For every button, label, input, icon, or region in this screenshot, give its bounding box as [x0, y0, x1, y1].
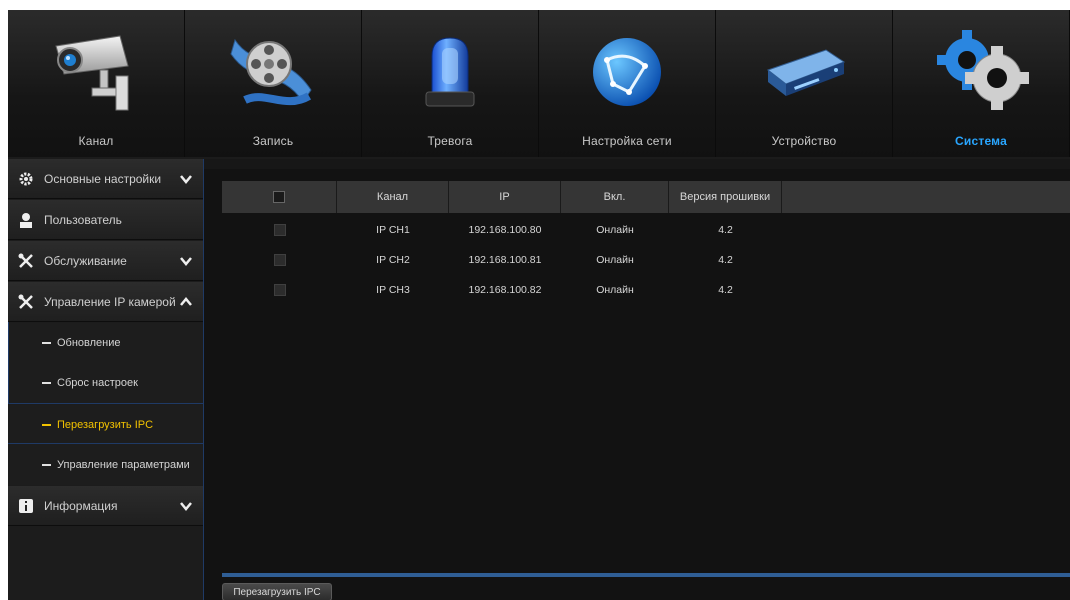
row-select-cell	[222, 275, 337, 305]
tab-alarm[interactable]: Тревога	[362, 10, 539, 157]
chevron-down-icon	[180, 256, 192, 266]
cell-firmware: 4.2	[718, 284, 733, 296]
chevron-up-icon	[180, 296, 192, 307]
tab-label: Система	[955, 134, 1007, 148]
dash-icon	[42, 424, 51, 426]
main-content: Канал IP Вкл. Версия прошивки IP CH1 192…	[204, 159, 1070, 600]
sidebar-item-information[interactable]: Информация	[8, 486, 204, 526]
sidebar-subitem-parameter-management[interactable]: Управление параметрами	[8, 445, 204, 485]
header-cell: Вкл.	[561, 181, 669, 213]
sidebar-item-maintenance[interactable]: Обслуживание	[8, 241, 204, 281]
tab-label: Устройство	[771, 134, 837, 148]
row-select-cell	[222, 215, 337, 245]
tab-record[interactable]: Запись	[185, 10, 362, 157]
tab-label: Канал	[78, 134, 114, 148]
sidebar-subitem-reboot-ipc[interactable]: Перезагрузить IPC	[8, 405, 204, 445]
info-icon	[18, 498, 34, 514]
select-all-checkbox[interactable]	[273, 191, 285, 203]
user-icon	[18, 212, 34, 228]
nvr-system-screen: Канал Запись Тревога Настройка сети Устр…	[8, 10, 1070, 600]
gear-icon	[18, 171, 34, 187]
sidebar-subitem-label: Обновление	[57, 337, 121, 349]
sidebar-item-label: Обслуживание	[44, 253, 127, 268]
table-footer-bar	[222, 573, 1070, 577]
content-header-strip	[204, 159, 1070, 169]
row-select-cell	[222, 245, 337, 275]
cell-ip: 192.168.100.80	[468, 224, 542, 236]
cell-channel: IP CH1	[376, 224, 410, 236]
tab-label: Тревога	[427, 134, 473, 148]
table-header: Канал IP Вкл. Версия прошивки	[222, 181, 1070, 213]
header-cell: Канал	[337, 181, 449, 213]
row-checkbox[interactable]	[273, 224, 286, 236]
hard-drive-icon	[756, 30, 852, 116]
row-checkbox[interactable]	[273, 254, 286, 266]
sidebar-subitem-reset[interactable]: Сброс настроек	[8, 363, 204, 403]
header-cell-select	[222, 181, 337, 213]
sidebar-item-user[interactable]: Пользователь	[8, 200, 204, 240]
sidebar-item-label: Управление IP камерой	[44, 294, 176, 309]
top-navigation: Канал Запись Тревога Настройка сети Устр…	[8, 10, 1070, 157]
tab-channel[interactable]: Канал	[8, 10, 185, 157]
divider	[8, 443, 204, 444]
tab-label: Настройка сети	[582, 134, 672, 148]
header-cell-empty	[782, 181, 1070, 213]
cell-firmware: 4.2	[718, 254, 733, 266]
gears-icon	[933, 30, 1029, 116]
sidebar-item-label: Информация	[44, 498, 118, 513]
table-row[interactable]: IP CH3 192.168.100.82 Онлайн 4.2	[222, 275, 1070, 305]
sidebar-item-ip-camera-management[interactable]: Управление IP камерой	[8, 282, 204, 322]
table-row[interactable]: IP CH2 192.168.100.81 Онлайн 4.2	[222, 245, 1070, 275]
sidebar-item-basic-settings[interactable]: Основные настройки	[8, 159, 204, 199]
cell-channel: IP CH2	[376, 254, 410, 266]
cell-channel: IP CH3	[376, 284, 410, 296]
cell-status: Онлайн	[596, 284, 634, 296]
row-checkbox[interactable]	[273, 284, 286, 296]
tools-icon	[18, 294, 34, 310]
chevron-down-icon	[180, 174, 192, 184]
cell-firmware: 4.2	[718, 224, 733, 236]
table-row[interactable]: IP CH1 192.168.100.80 Онлайн 4.2	[222, 215, 1070, 245]
dash-icon	[42, 464, 51, 466]
tab-network[interactable]: Настройка сети	[539, 10, 716, 157]
sidebar-subitem-update[interactable]: Обновление	[8, 323, 204, 363]
sidebar-item-label: Пользователь	[44, 212, 122, 227]
sidebar-subitem-label: Перезагрузить IPC	[57, 419, 154, 431]
sidebar: Основные настройки Пользователь Обслужив…	[8, 159, 204, 600]
alarm-light-icon	[402, 30, 498, 116]
camera-icon	[48, 30, 144, 116]
cell-status: Онлайн	[596, 254, 634, 266]
cell-status: Онлайн	[596, 224, 634, 236]
tab-device[interactable]: Устройство	[716, 10, 893, 157]
cell-ip: 192.168.100.81	[468, 254, 542, 266]
cell-ip: 192.168.100.82	[468, 284, 542, 296]
tab-label: Запись	[252, 134, 294, 148]
header-cell: Версия прошивки	[669, 181, 782, 213]
sidebar-subitem-label: Управление параметрами	[57, 459, 190, 471]
tools-icon	[18, 253, 34, 269]
network-globe-icon	[579, 30, 675, 116]
film-reel-icon	[225, 30, 321, 116]
sidebar-subitem-label: Сброс настроек	[57, 377, 138, 389]
chevron-down-icon	[180, 501, 192, 511]
dash-icon	[42, 382, 51, 384]
sidebar-item-label: Основные настройки	[44, 171, 162, 186]
reboot-ipc-button[interactable]: Перезагрузить IPC	[222, 583, 332, 600]
header-cell: IP	[449, 181, 561, 213]
dash-icon	[42, 342, 51, 344]
tab-system[interactable]: Система	[893, 10, 1070, 157]
